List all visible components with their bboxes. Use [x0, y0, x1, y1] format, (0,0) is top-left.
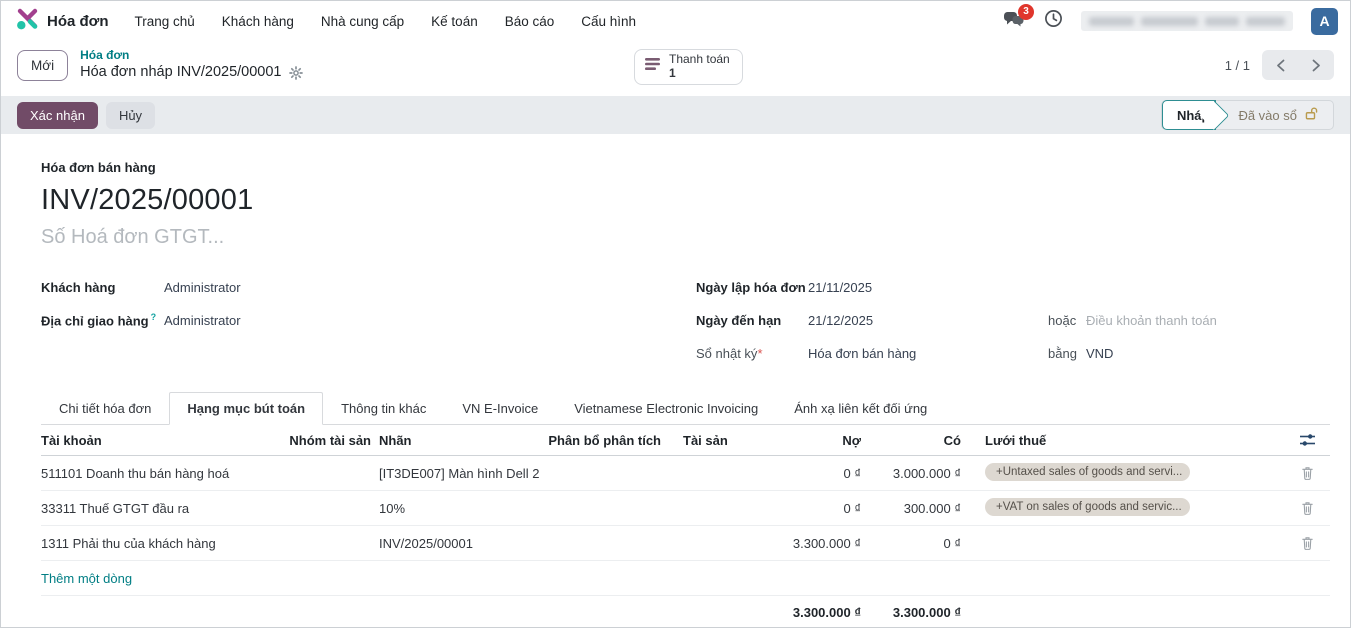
menu-item-accounting[interactable]: Kế toán [431, 14, 478, 29]
menu-item-customers[interactable]: Khách hàng [222, 14, 294, 29]
col-debit[interactable]: Nợ [769, 433, 869, 448]
app-name: Hóa đơn [47, 13, 109, 30]
tab-vn-einvoice[interactable]: VN E-Invoice [444, 392, 556, 425]
add-line-link[interactable]: Thêm một dòng [41, 571, 132, 586]
field-groups: Khách hàng Administrator Địa chỉ giao hà… [41, 271, 1330, 370]
invoice-date-input[interactable]: 21/11/2025 [808, 280, 1048, 295]
stat-button-count: 1 [669, 67, 730, 81]
required-asterisk: * [757, 346, 762, 361]
app-switcher[interactable]: Hóa đơn [15, 7, 109, 36]
breadcrumb-current: Hóa đơn nháp INV/2025/00001 [80, 63, 302, 81]
payment-terms-input[interactable]: Điều khoản thanh toán [1086, 313, 1310, 328]
or-label: hoặc [1048, 313, 1086, 328]
field-group-right: Ngày lập hóa đơn 21/11/2025 Ngày đến hạn… [696, 271, 1310, 370]
add-line-row: Thêm một dòng [41, 561, 1330, 596]
journal-input[interactable]: Hóa đơn bán hàng [808, 346, 1048, 361]
state-draft[interactable]: Nháp [1162, 100, 1217, 130]
currency-input[interactable]: VND [1086, 346, 1310, 361]
breadcrumb: Hóa đơn Hóa đơn nháp INV/2025/00001 [80, 48, 302, 81]
payments-stat-button[interactable]: Thanh toán 1 [634, 49, 743, 85]
field-invoice-date: Ngày lập hóa đơn 21/11/2025 [696, 271, 1310, 304]
tab-journal-items[interactable]: Hạng mục bút toán [169, 392, 323, 425]
col-analytic[interactable]: Phân bổ phân tích [539, 433, 669, 448]
field-group-left: Khách hàng Administrator Địa chỉ giao hà… [41, 271, 696, 370]
menu-item-reporting[interactable]: Báo cáo [505, 14, 555, 29]
col-label[interactable]: Nhãn [379, 433, 539, 448]
field-delivery-address: Địa chỉ giao hàng? Administrator [41, 304, 696, 337]
state-widget: Nháp Đã vào sổ [1161, 100, 1334, 130]
optional-columns-icon[interactable] [1285, 432, 1330, 448]
table-header-row: Tài khoản Nhóm tài sản Nhãn Phân bổ phân… [41, 425, 1330, 456]
main-menu: Trang chủ Khách hàng Nhà cung cấp Kế toá… [135, 14, 637, 29]
document-type-label: Hóa đơn bán hàng [41, 160, 1330, 175]
breadcrumb-parent-link[interactable]: Hóa đơn [80, 48, 302, 63]
tab-counterpart-mapping[interactable]: Ánh xạ liên kết đối ứng [776, 392, 945, 425]
col-credit[interactable]: Có [869, 433, 969, 448]
delete-row-trash-icon[interactable] [1285, 500, 1330, 516]
app-window: Hóa đơn Trang chủ Khách hàng Nhà cung cấ… [0, 0, 1351, 628]
journal-items-table: Tài khoản Nhóm tài sản Nhãn Phân bổ phân… [41, 425, 1330, 628]
help-question-icon[interactable]: ? [151, 312, 157, 322]
customer-input[interactable]: Administrator [164, 280, 696, 295]
hamburger-lines-icon [645, 57, 661, 76]
field-customer: Khách hàng Administrator [41, 271, 696, 304]
col-tax-grid[interactable]: Lưới thuế [969, 433, 1285, 448]
cancel-button[interactable]: Hủy [106, 102, 155, 129]
new-button[interactable]: Mới [17, 50, 68, 81]
panel-spacer [1, 89, 1350, 96]
user-company-name-redacted[interactable] [1081, 11, 1293, 31]
totals-row: 3.300.000 ₫ 3.300.000 ₫ [41, 596, 1330, 628]
total-credit: 3.300.000 ₫ [869, 605, 969, 620]
control-panel: Mới Hóa đơn Hóa đơn nháp INV/2025/00001 [1, 41, 1350, 89]
form-statusbar: Xác nhận Hủy Nháp Đã vào sổ [1, 96, 1350, 134]
delete-row-trash-icon[interactable] [1285, 535, 1330, 551]
notebook-tabs: Chi tiết hóa đơn Hạng mục bút toán Thông… [41, 392, 1330, 425]
messages-button[interactable]: 3 [1002, 11, 1026, 31]
pager-counter: 1 / 1 [1225, 58, 1250, 73]
user-avatar[interactable]: A [1311, 8, 1338, 35]
pager-next-button[interactable] [1298, 50, 1334, 80]
table-row[interactable]: 33311 Thuế GTGT đầu ra 10% 0 ₫ 300.000 ₫… [41, 491, 1330, 526]
delivery-address-input[interactable]: Administrator [164, 313, 696, 328]
state-posted[interactable]: Đã vào sổ [1216, 106, 1333, 124]
table-row[interactable]: 1311 Phải thu của khách hàng INV/2025/00… [41, 526, 1330, 561]
invoice-sheet: Hóa đơn bán hàng INV/2025/00001 Số Hoá đ… [1, 134, 1350, 628]
menu-item-home[interactable]: Trang chủ [135, 14, 195, 29]
col-account[interactable]: Tài khoản [41, 433, 286, 448]
col-asset[interactable]: Tài sản [669, 433, 769, 448]
lock-open-icon [1304, 106, 1319, 124]
total-debit: 3.300.000 ₫ [769, 605, 869, 620]
app-logo-icon [15, 7, 39, 36]
tab-other-info[interactable]: Thông tin khác [323, 392, 444, 425]
messages-count-badge: 3 [1018, 4, 1034, 20]
field-journal: Sổ nhật ký* Hóa đơn bán hàng bằng VND [696, 337, 1310, 370]
pager: 1 / 1 [1225, 50, 1334, 80]
tab-invoice-lines[interactable]: Chi tiết hóa đơn [41, 392, 169, 425]
record-actions-gear-icon[interactable] [289, 66, 303, 80]
in-currency-label: bằng [1048, 346, 1086, 361]
tab-vietnamese-electronic-invoicing[interactable]: Vietnamese Electronic Invoicing [556, 392, 776, 425]
stat-button-label: Thanh toán [669, 53, 730, 67]
delete-row-trash-icon[interactable] [1285, 465, 1330, 481]
due-date-input[interactable]: 21/12/2025 [808, 313, 1048, 328]
table-row[interactable]: 511101 Doanh thu bán hàng hoá [IT3DE007]… [41, 456, 1330, 491]
invoice-number-title[interactable]: INV/2025/00001 [41, 184, 1330, 217]
menu-item-configuration[interactable]: Cấu hình [581, 14, 636, 29]
form-view-area: Hóa đơn bán hàng INV/2025/00001 Số Hoá đ… [1, 134, 1350, 628]
activities-button[interactable] [1044, 9, 1063, 33]
tax-grid-tag[interactable]: +Untaxed sales of goods and servi... [985, 463, 1190, 481]
navbar-systray: 3 A [1002, 8, 1338, 35]
clock-icon [1044, 9, 1063, 33]
confirm-button[interactable]: Xác nhận [17, 102, 98, 129]
menu-item-vendors[interactable]: Nhà cung cấp [321, 14, 404, 29]
tax-grid-tag[interactable]: +VAT on sales of goods and servic... [985, 498, 1190, 516]
field-due-date: Ngày đến hạn 21/12/2025 hoặc Điều khoản … [696, 304, 1310, 337]
vat-invoice-number-placeholder[interactable]: Số Hoá đơn GTGT... [41, 226, 1330, 249]
col-asset-group[interactable]: Nhóm tài sản [286, 433, 379, 448]
pager-previous-button[interactable] [1262, 50, 1298, 80]
top-navbar: Hóa đơn Trang chủ Khách hàng Nhà cung cấ… [1, 1, 1350, 41]
